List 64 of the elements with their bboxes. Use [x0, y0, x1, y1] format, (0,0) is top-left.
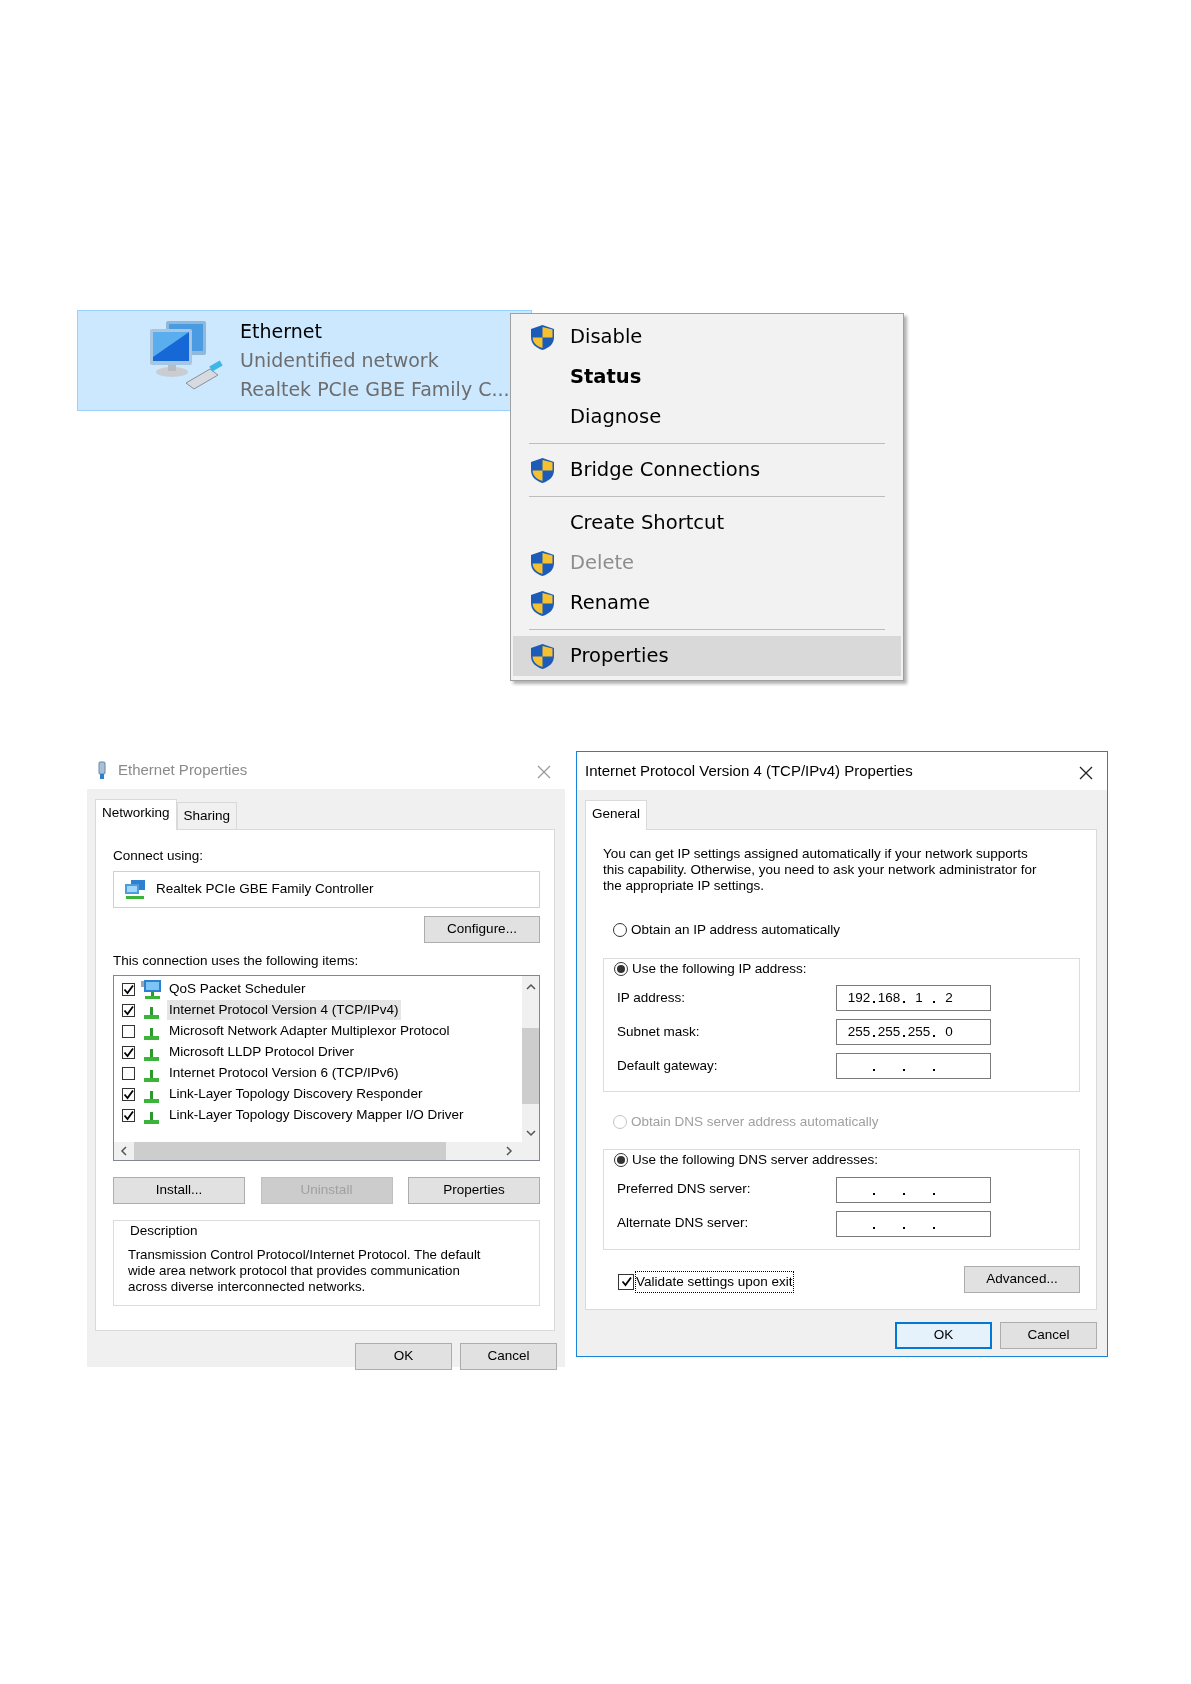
field-label: Connect using: [113, 847, 205, 866]
ip-address-field[interactable]: 255 255 255 0 [836, 1018, 991, 1045]
ip-address-field[interactable]: 192 168 1 2 [836, 984, 991, 1011]
list-item[interactable]: Internet Protocol Version 6 (TCP/IPv6) [167, 1063, 401, 1084]
menu-item[interactable]: Properties [513, 636, 901, 676]
scroll-right-icon[interactable] [503, 1144, 515, 1157]
radio-option[interactable]: Use the following DNS server addresses: [614, 1150, 879, 1171]
field-label: Subnet mask: [617, 1022, 701, 1041]
tab[interactable]: Sharing [176, 802, 238, 830]
network-plug-icon [95, 760, 109, 780]
adapter-name: Realtek PCIe GBE Family C... [240, 377, 510, 402]
field-label: Default gateway: [617, 1056, 719, 1075]
connection-status: Unidentified network [240, 348, 440, 373]
description-text: Transmission Control Protocol/Internet Protocol. The default wide area network protocol that provides communication across diverse interconnected networks. [128, 1247, 482, 1295]
dialog-button[interactable]: OK [895, 1321, 992, 1349]
field-label: Alternate DNS server: [617, 1214, 750, 1233]
checkbox[interactable] [122, 1045, 135, 1059]
menu-item[interactable]: Create Shortcut [513, 503, 901, 543]
ip-address-field[interactable] [836, 1210, 991, 1237]
window-title: Internet Protocol Version 4 (TCP/IPv4) Properties [585, 760, 914, 781]
list-label: This connection uses the following items: [113, 951, 360, 970]
intro-text: You can get IP settings assigned automatically if your network supports this capability. Otherwise, you need to ask your network administrator for the appropriate IP settings. [603, 846, 1038, 895]
menu-item[interactable]: Rename [513, 583, 901, 623]
group-title: Description [130, 1221, 198, 1240]
list-item[interactable]: Link-Layer Topology Discovery Mapper I/O Driver [167, 1105, 466, 1126]
checkbox[interactable] [122, 1003, 135, 1017]
horizontal-scrollbar[interactable] [114, 1141, 539, 1160]
checkbox[interactable] [122, 1087, 135, 1101]
tab[interactable]: Networking [95, 799, 177, 831]
adapter-name: Realtek PCIe GBE Family Controller [156, 879, 374, 898]
action-button[interactable]: Properties [408, 1176, 540, 1204]
list-item[interactable]: Link-Layer Topology Discovery Responder [167, 1084, 425, 1105]
dialog-button[interactable]: OK [355, 1343, 452, 1370]
list-item[interactable]: Internet Protocol Version 4 (TCP/IPv4) [167, 1000, 401, 1021]
list-item[interactable]: QoS Packet Scheduler [167, 979, 308, 1000]
configure-button[interactable]: Configure... [424, 915, 540, 943]
list-item[interactable]: Microsoft Network Adapter Multiplexor Protocol [167, 1021, 452, 1042]
checkbox[interactable] [122, 1024, 135, 1038]
list-item[interactable]: Microsoft LLDP Protocol Driver [167, 1042, 357, 1063]
dialog-button[interactable]: Cancel [1000, 1321, 1097, 1349]
action-button[interactable]: Install... [113, 1176, 245, 1204]
field-label: IP address: [617, 988, 687, 1007]
scroll-left-icon[interactable] [118, 1144, 130, 1157]
checkbox-label[interactable]: Validate settings upon exit [636, 1271, 793, 1292]
vertical-scrollbar[interactable] [522, 975, 539, 1142]
checkbox[interactable] [122, 1108, 135, 1122]
network-connection-tile[interactable]: Ethernet Unidentified network Realtek PCIe GBE Family C... [77, 310, 532, 411]
ip-address-field[interactable] [836, 1052, 991, 1079]
dialog-button[interactable]: Cancel [460, 1343, 557, 1370]
computer-icon [140, 978, 162, 1000]
field-label: Preferred DNS server: [617, 1180, 752, 1199]
close-icon[interactable] [1078, 765, 1094, 782]
menu-item[interactable]: Bridge Connections [513, 450, 901, 490]
ip-address-field[interactable] [836, 1176, 991, 1203]
checkbox[interactable] [618, 1273, 634, 1290]
tab[interactable]: General [585, 800, 648, 831]
checkbox[interactable] [122, 1066, 135, 1080]
connection-name: Ethernet [240, 319, 323, 344]
radio-option[interactable]: Obtain an IP address automatically [613, 920, 841, 941]
advanced-button[interactable]: Advanced... [964, 1265, 1080, 1293]
window-title: Ethernet Properties [118, 759, 249, 780]
network-adapter-icon [124, 878, 146, 900]
checkbox[interactable] [122, 982, 135, 996]
radio-option[interactable]: Use the following IP address: [614, 958, 807, 979]
